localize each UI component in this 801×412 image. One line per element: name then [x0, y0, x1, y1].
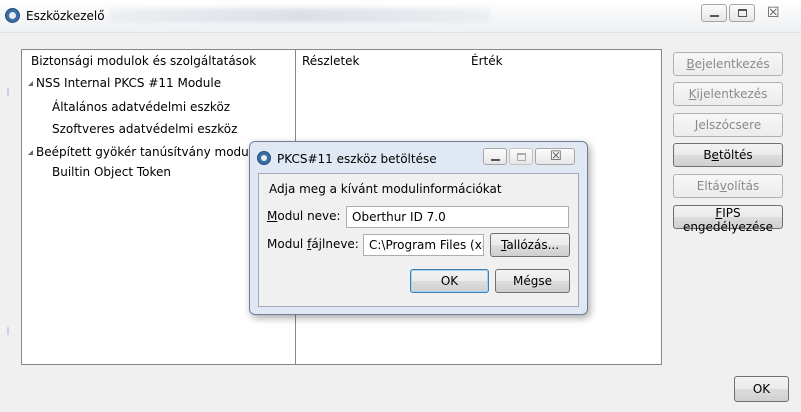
maximize-icon: [738, 9, 747, 17]
minimize-icon: [710, 15, 719, 17]
app-icon: [5, 8, 20, 23]
dialog-maximize-button[interactable]: [509, 148, 533, 165]
tree-item-software-device[interactable]: Szoftveres adatvédelmi eszköz: [52, 122, 237, 136]
load-pkcs11-dialog: PKCS#11 eszköz betöltése ☒ Adja meg a kí…: [249, 141, 588, 315]
close-button[interactable]: ☒: [757, 4, 791, 22]
load-button[interactable]: Betöltés: [673, 143, 783, 167]
tree-item-builtin-token[interactable]: Builtin Object Token: [52, 165, 171, 179]
dialog-title: PKCS#11 eszköz betöltése: [277, 152, 437, 166]
minimize-button[interactable]: [701, 4, 727, 22]
login-label: ejelentkezés: [694, 57, 770, 71]
dialog-close-button[interactable]: ☒: [535, 148, 575, 165]
fips-button[interactable]: FIPS engedélyezése: [673, 205, 783, 234]
dialog-app-icon: [257, 151, 271, 165]
maximize-button[interactable]: [729, 4, 755, 22]
browse-button[interactable]: Tallózás...: [490, 233, 570, 257]
dialog-cancel-button[interactable]: Mégse: [495, 269, 570, 293]
dialog-ok-button[interactable]: OK: [410, 269, 489, 293]
window-title: Eszközkezelő: [26, 9, 105, 23]
value-header: Érték: [471, 54, 503, 68]
tree-header: Biztonsági modulok és szolgáltatások: [31, 54, 257, 68]
tree-item-builtin-module[interactable]: Beépített gyökér tanúsítvány modul: [28, 145, 252, 159]
close-icon: ☒: [550, 149, 562, 164]
main-ok-button[interactable]: OK: [734, 376, 789, 402]
close-icon: ☒: [767, 5, 780, 21]
dialog-window-controls: ☒: [483, 148, 575, 165]
expand-triangle-icon[interactable]: [28, 81, 33, 86]
frame-edge-mark: [7, 88, 9, 96]
logout-button[interactable]: Kijelentkezés: [673, 82, 783, 106]
logout-label: ijelentkezés: [696, 87, 768, 101]
expand-triangle-icon[interactable]: [28, 150, 33, 155]
blurred-title-area: [110, 8, 490, 22]
change-password-label: elszócsere: [698, 118, 762, 132]
change-password-button[interactable]: Jelszócsere: [673, 113, 783, 137]
module-file-input[interactable]: C:\Program Files (x86): [363, 234, 484, 256]
login-button[interactable]: Bejelentkezés: [673, 52, 783, 76]
tree-item-nss-module[interactable]: NSS Internal PKCS #11 Module: [28, 76, 221, 90]
window-controls: ☒: [701, 4, 791, 22]
details-header: Részletek: [302, 54, 360, 68]
module-name-label: Modul neve:: [267, 209, 341, 223]
dialog-body: Adja meg a kívánt modulinformációkat Mod…: [258, 173, 579, 307]
module-file-label: Modul fájlneve:: [267, 237, 359, 251]
dialog-prompt: Adja meg a kívánt modulinformációkat: [269, 182, 502, 196]
unload-button[interactable]: Eltávolítás: [673, 174, 783, 198]
minimize-icon: [491, 159, 500, 161]
title-bar: Eszközkezelő ☒: [0, 0, 801, 33]
module-name-input[interactable]: Oberthur ID 7.0: [346, 206, 569, 228]
dialog-minimize-button[interactable]: [483, 148, 507, 165]
tree-item-general-device[interactable]: Általános adatvédelmi eszköz: [52, 100, 230, 114]
frame-edge-mark: [7, 327, 9, 335]
maximize-icon: [517, 153, 526, 161]
